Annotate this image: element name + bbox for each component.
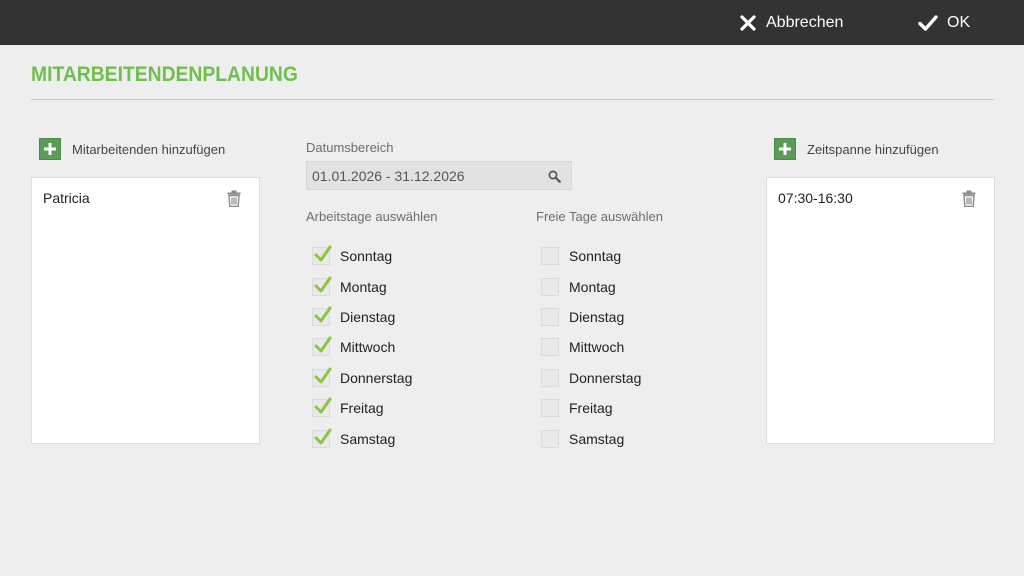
checkmark-icon (314, 367, 332, 384)
timespan-range: 07:30-16:30 (778, 190, 853, 206)
close-icon (740, 14, 756, 31)
freeday-thursday[interactable]: Donnerstag (541, 363, 641, 393)
cancel-button[interactable]: Abbrechen (739, 0, 843, 45)
checkbox[interactable] (541, 429, 559, 448)
top-toolbar: Abbrechen OK (0, 0, 1024, 45)
date-range-input[interactable]: 01.01.2026 - 31.12.2026 (306, 161, 572, 190)
checkbox-label: Mittwoch (340, 339, 396, 356)
search-icon[interactable] (548, 170, 561, 186)
checkbox[interactable] (541, 338, 559, 357)
checkmark-icon (314, 428, 332, 445)
checkbox-label: Montag (569, 278, 616, 295)
freedays-label: Freie Tage auswählen (536, 209, 663, 224)
employee-name: Patricia (43, 190, 90, 206)
timespan-list: 07:30-16:30 (766, 177, 995, 444)
workday-monday[interactable]: Montag (312, 271, 412, 301)
checkbox-label: Sonntag (569, 248, 622, 265)
checkbox[interactable] (541, 399, 559, 418)
timespan-list-item[interactable]: 07:30-16:30 (767, 178, 994, 218)
checkbox-label: Sonntag (340, 248, 393, 265)
plus-icon (774, 138, 796, 160)
add-employee-label: Mitarbeitenden hinzufügen (72, 141, 226, 157)
page-title: MITARBEITENDENPLANUNG (31, 63, 298, 86)
workdays-list: Sonntag Montag Dienstag Mittwoch Donners… (312, 241, 412, 454)
checkbox[interactable] (541, 307, 559, 326)
checkbox[interactable] (312, 367, 332, 387)
checkmark-icon (314, 306, 332, 323)
cancel-label: Abbrechen (766, 13, 844, 31)
ok-label: OK (947, 13, 971, 31)
checkbox[interactable] (312, 428, 332, 448)
workdays-label: Arbeitstage auswählen (306, 209, 438, 224)
date-range-label: Datumsbereich (306, 140, 394, 155)
checkmark-icon (314, 336, 332, 353)
workday-thursday[interactable]: Donnerstag (312, 363, 412, 393)
checkbox[interactable] (312, 245, 332, 266)
workday-saturday[interactable]: Samstag (312, 423, 412, 453)
title-divider (31, 99, 994, 100)
checkbox-label: Mittwoch (569, 339, 625, 356)
workday-friday[interactable]: Freitag (312, 393, 412, 423)
date-range-value: 01.01.2026 - 31.12.2026 (312, 167, 465, 184)
checkbox-label: Dienstag (569, 308, 625, 325)
checkbox-label: Freitag (569, 400, 613, 417)
workday-tuesday[interactable]: Dienstag (312, 302, 412, 332)
checkbox-label: Samstag (569, 430, 625, 447)
trash-icon[interactable] (962, 190, 976, 207)
freeday-wednesday[interactable]: Mittwoch (541, 332, 641, 362)
checkbox[interactable] (541, 368, 559, 387)
workday-sunday[interactable]: Sonntag (312, 241, 412, 271)
checkbox[interactable] (312, 276, 332, 296)
checkmark-icon (314, 245, 332, 262)
workday-wednesday[interactable]: Mittwoch (312, 332, 412, 362)
freeday-monday[interactable]: Montag (541, 271, 641, 301)
freeday-friday[interactable]: Freitag (541, 393, 641, 423)
plus-icon (39, 138, 61, 160)
checkbox-label: Dienstag (340, 308, 396, 325)
trash-icon[interactable] (227, 190, 241, 207)
checkmark-icon (314, 397, 332, 414)
checkbox[interactable] (541, 247, 559, 266)
add-employee-button[interactable]: Mitarbeitenden hinzufügen (39, 138, 225, 160)
checkbox[interactable] (541, 277, 559, 296)
checkbox[interactable] (312, 336, 332, 357)
checkmark-icon (918, 14, 938, 31)
checkbox[interactable] (312, 397, 332, 418)
freeday-sunday[interactable]: Sonntag (541, 241, 641, 271)
checkbox-label: Montag (340, 278, 387, 295)
checkbox-label: Donnerstag (340, 369, 413, 386)
freedays-list: Sonntag Montag Dienstag Mittwoch Donners… (541, 241, 641, 454)
employee-list: Patricia (31, 177, 260, 444)
ok-button[interactable]: OK (918, 0, 970, 45)
checkmark-icon (314, 276, 332, 293)
checkbox-label: Freitag (340, 400, 384, 417)
employee-list-item[interactable]: Patricia (32, 178, 259, 218)
checkbox-label: Samstag (340, 430, 396, 447)
freeday-saturday[interactable]: Samstag (541, 423, 641, 453)
freeday-tuesday[interactable]: Dienstag (541, 302, 641, 332)
checkbox[interactable] (312, 306, 332, 326)
add-timespan-label: Zeitspanne hinzufügen (807, 141, 939, 157)
add-timespan-button[interactable]: Zeitspanne hinzufügen (774, 138, 939, 160)
checkbox-label: Donnerstag (569, 369, 642, 386)
